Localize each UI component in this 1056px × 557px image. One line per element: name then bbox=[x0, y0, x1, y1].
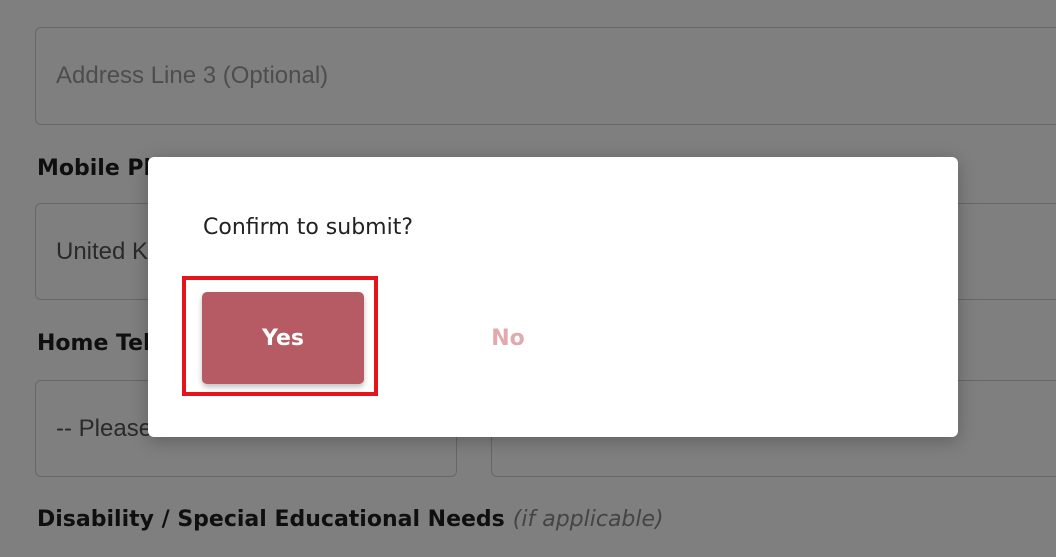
dialog-message: Confirm to submit? bbox=[203, 215, 413, 240]
no-button[interactable]: No bbox=[448, 292, 568, 384]
yes-button[interactable]: Yes bbox=[202, 292, 364, 384]
confirm-dialog: Confirm to submit? Yes No bbox=[148, 157, 958, 437]
